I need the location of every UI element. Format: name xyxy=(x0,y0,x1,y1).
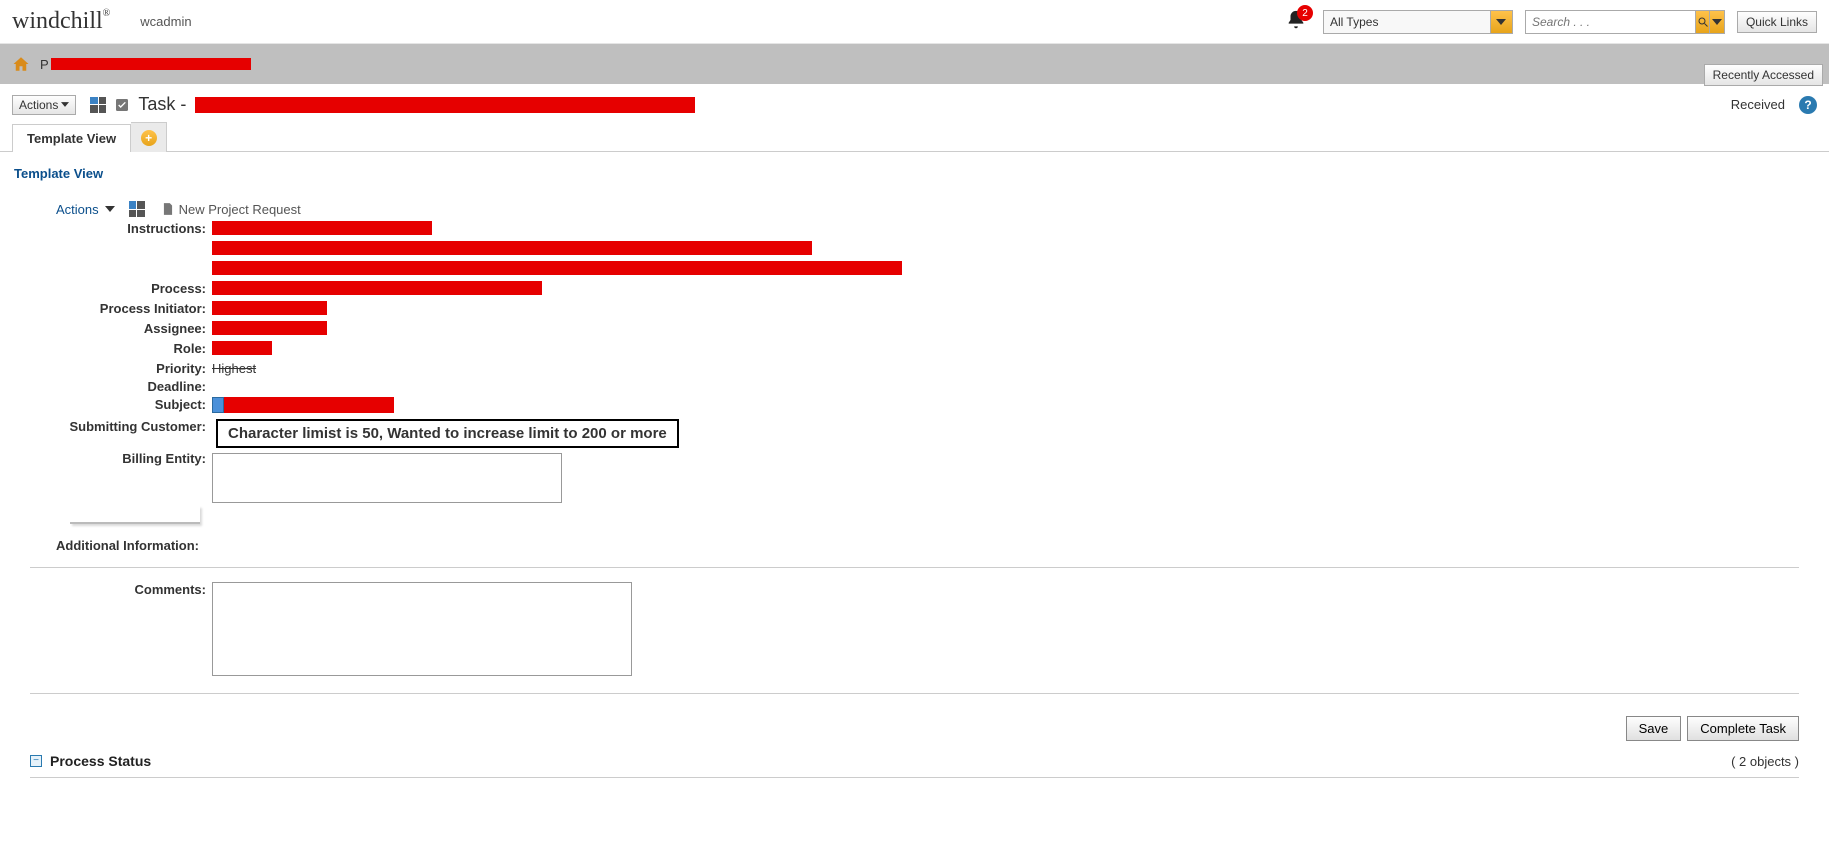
comments-textarea[interactable] xyxy=(212,582,632,676)
value-process-initiator xyxy=(212,301,1817,318)
actions-menu[interactable]: Actions xyxy=(12,95,76,115)
comments-block: Comments: xyxy=(12,582,1817,679)
brand-reg-mark: ® xyxy=(103,8,111,19)
process-status-header: − Process Status ( 2 objects ) xyxy=(12,745,1817,773)
chevron-down-icon xyxy=(61,102,69,107)
grid-icon xyxy=(90,97,106,113)
document-icon xyxy=(161,202,175,216)
add-tab-button[interactable]: + xyxy=(131,122,167,152)
breadcrumb-prefix: P xyxy=(40,57,49,72)
breadcrumb-redacted xyxy=(51,58,251,70)
notification-badge: 2 xyxy=(1297,5,1313,21)
subject-type-icon xyxy=(212,397,224,413)
tab-bar: Template View + xyxy=(0,121,1829,152)
label-role: Role: xyxy=(12,341,212,356)
brand-logo: windchill® xyxy=(12,8,110,35)
objects-count: ( 2 objects ) xyxy=(1731,754,1799,769)
help-button[interactable]: ? xyxy=(1799,96,1817,114)
top-bar: windchill® wcadmin 2 All Types Quick Lin… xyxy=(0,0,1829,44)
sub-nav-bar: P Recently Accessed xyxy=(0,44,1829,84)
label-priority: Priority: xyxy=(12,361,212,376)
value-comments xyxy=(212,582,1817,679)
search-icon xyxy=(1697,16,1709,28)
label-billing-entity: Billing Entity: xyxy=(12,451,212,466)
brand-text: windchill xyxy=(12,8,103,34)
sub-actions-menu[interactable]: Actions xyxy=(56,202,115,217)
type-filter-select[interactable]: All Types xyxy=(1323,10,1513,34)
page-title-redacted xyxy=(195,97,695,113)
page-title: Task - xyxy=(138,94,695,115)
type-filter-value: All Types xyxy=(1324,15,1490,29)
extra-stub xyxy=(70,506,200,524)
recently-accessed-button[interactable]: Recently Accessed xyxy=(1704,64,1823,86)
value-instructions xyxy=(212,221,1817,278)
section-title-link[interactable]: Template View xyxy=(14,166,1817,181)
subject-redacted xyxy=(224,397,394,413)
billing-entity-textarea[interactable] xyxy=(212,453,562,503)
value-submitting-customer: Character limist is 50, Wanted to increa… xyxy=(212,419,1817,448)
label-subject: Subject: xyxy=(12,397,212,412)
tab-template-view[interactable]: Template View xyxy=(12,124,131,152)
value-process xyxy=(212,281,1817,298)
save-button[interactable]: Save xyxy=(1626,716,1682,741)
value-deadline xyxy=(212,379,1817,394)
sub-actions-label: Actions xyxy=(56,202,99,217)
value-role xyxy=(212,341,1817,358)
task-form: Instructions: Process: Process Initiator… xyxy=(12,221,1817,506)
footer-buttons: Save Complete Task xyxy=(12,708,1817,745)
current-user: wcadmin xyxy=(140,14,191,29)
label-process: Process: xyxy=(12,281,212,296)
divider xyxy=(30,777,1799,778)
new-project-request-label: New Project Request xyxy=(179,202,301,217)
notifications-button[interactable]: 2 xyxy=(1285,9,1307,34)
label-submitting-customer: Submitting Customer: xyxy=(12,419,212,434)
page-title-prefix: Task - xyxy=(138,94,186,114)
divider xyxy=(30,693,1799,694)
new-project-request-link[interactable]: New Project Request xyxy=(161,202,301,217)
search-box xyxy=(1525,10,1725,34)
chevron-down-icon xyxy=(1490,11,1512,33)
collapse-toggle[interactable]: − xyxy=(30,755,42,767)
grid-icon xyxy=(129,201,145,217)
label-assignee: Assignee: xyxy=(12,321,212,336)
search-options-button[interactable] xyxy=(1709,11,1724,33)
value-assignee xyxy=(212,321,1817,338)
value-priority: Highest xyxy=(212,361,1817,376)
sub-actions-row: Actions New Project Request xyxy=(56,201,1817,217)
task-icon xyxy=(114,97,130,113)
character-limit-annotation: Character limist is 50, Wanted to increa… xyxy=(216,419,679,448)
priority-value-crossed: Highest xyxy=(212,361,256,376)
search-button[interactable] xyxy=(1695,11,1710,33)
page-body: Template View Actions New Project Reques… xyxy=(0,152,1829,808)
label-instructions: Instructions: xyxy=(12,221,212,236)
chevron-down-icon xyxy=(1712,19,1722,25)
home-icon[interactable] xyxy=(12,55,30,73)
search-input[interactable] xyxy=(1526,15,1695,29)
label-deadline: Deadline: xyxy=(12,379,212,394)
page-title-row: Actions Task - Received ? xyxy=(0,84,1829,121)
value-billing-entity xyxy=(212,451,1817,506)
plus-icon: + xyxy=(141,130,157,146)
quick-links-button[interactable]: Quick Links xyxy=(1737,11,1817,33)
received-label: Received xyxy=(1731,97,1785,112)
actions-menu-label: Actions xyxy=(19,98,58,112)
value-subject xyxy=(212,397,1817,416)
process-status-title: Process Status xyxy=(50,753,151,769)
label-comments: Comments: xyxy=(12,582,212,597)
label-additional-info: Additional Information: xyxy=(56,538,1817,553)
divider xyxy=(30,567,1799,568)
label-process-initiator: Process Initiator: xyxy=(12,301,212,316)
chevron-down-icon xyxy=(105,206,115,212)
complete-task-button[interactable]: Complete Task xyxy=(1687,716,1799,741)
